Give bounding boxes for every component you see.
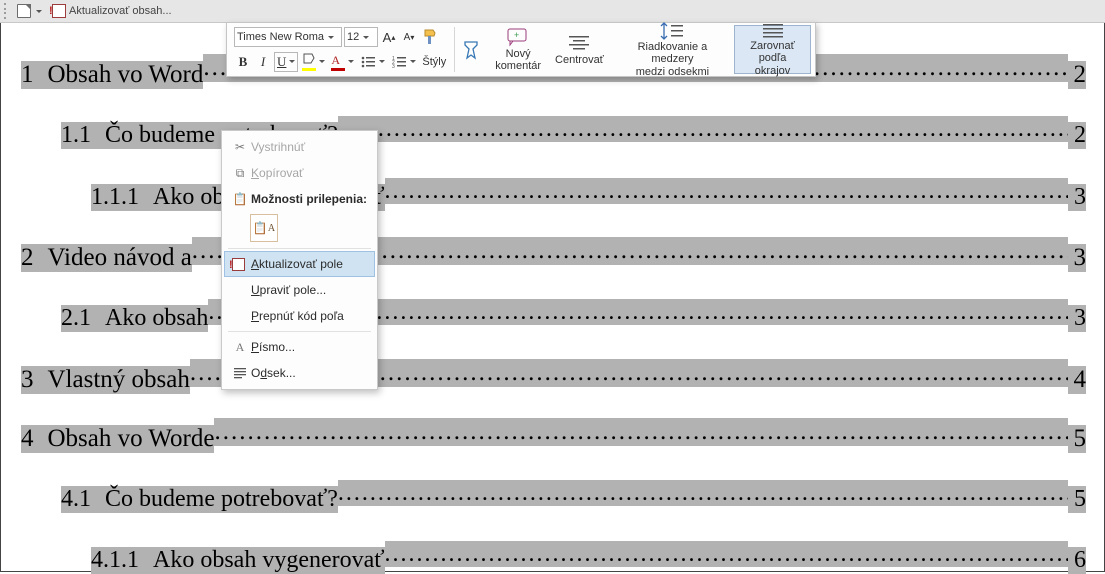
increase-font-button[interactable]: A▴ [380,27,398,47]
line-spacing-icon [659,21,685,41]
toc-num: 2.1 [61,305,105,332]
ctx-font[interactable]: A Písmo... [224,334,375,360]
center-label: Centrovať [555,54,604,66]
paragraph-icon [229,366,251,380]
refresh-doc-icon [229,258,251,271]
toolbar-update-toc-button[interactable]: Aktualizovať obsah... [47,1,177,21]
toc-num: 3 [21,366,48,394]
clipboard-icon: 📋 [229,192,251,206]
toc-text: Video návod a [48,244,192,272]
numbering-icon: 123 [391,55,407,69]
toc-text: Vlastný obsah [48,366,190,394]
toc-num: 2 [21,244,48,272]
toc-leader [338,116,1068,142]
refresh-doc-icon [52,4,66,18]
highlight-icon [302,53,316,65]
center-icon [567,34,591,52]
justify-button[interactable]: Zarovnať podľa okrajov [734,25,811,74]
highlight-button[interactable] [300,52,327,72]
svg-text:3: 3 [392,64,395,69]
toc-entry[interactable]: 4.1.1Ako obsah vygenerovať 6 [21,541,1086,574]
line-spacing-label: Riadkovanie a medzery medzi odsekmi [618,41,727,77]
toc-leader [385,541,1068,567]
new-comment-button[interactable]: + Nový komentár [488,25,548,74]
font-size-select[interactable]: 12 [344,27,378,47]
ctx-cut[interactable]: ✂ Vystrihnúť [224,134,375,160]
document-page[interactable]: 1Obsah vo Word21.1Čo budeme potrebovať?2… [0,23,1105,572]
ctx-toggle-field-code[interactable]: Prepnúť kód poľa [224,303,375,329]
paste-keep-text-button[interactable]: 📋A [250,214,278,242]
ctx-paragraph[interactable]: Odsek... [224,360,375,386]
numbering-button[interactable]: 123 [389,52,418,72]
center-button[interactable]: Centrovať [548,25,611,74]
toc-page: 3 [1068,184,1086,211]
underline-button[interactable]: U [274,52,298,72]
format-painter-button[interactable] [420,27,442,47]
justify-label: Zarovnať podľa okrajov [741,40,804,76]
line-spacing-button[interactable]: Riadkovanie a medzery medzi odsekmi [611,25,734,74]
toc-entry[interactable]: 1.1.1Ako obsah vygenerovať3 [21,178,1086,211]
mini-toolbar: Times New Roma 12 A▴ A▾ B I U A 123 [226,22,816,77]
toc-num: 1.1.1 [91,184,153,211]
styles-button[interactable]: Štýly [420,52,448,72]
paste-options: 📋A [224,212,375,246]
svg-text:+: + [514,30,519,40]
toc-num: 4.1.1 [91,547,153,574]
ctx-update-field[interactable]: Aktualizovať pole [224,251,375,277]
toc-entry[interactable]: 2.1Ako obsah 3 [21,299,1086,332]
toc-num: 1 [21,61,48,89]
toc-page: 6 [1068,547,1086,574]
toc-page: 5 [1068,486,1086,513]
font-icon: A [229,340,251,355]
toc-page: 3 [1068,305,1086,332]
ctx-paste-options-header: 📋 Možnosti prilepenia: [224,186,375,212]
toc-entry[interactable]: 3Vlastný obsah 4 [21,359,1086,394]
toolbar: Aktualizovať obsah... [0,0,1105,23]
toolbar-update-label: Aktualizovať obsah... [69,5,172,17]
toc-leader [338,480,1068,506]
new-comment-label: Nový komentár [495,48,541,72]
toc-text: Obsah vo Worde [48,425,215,453]
styles-pane-icon [461,39,485,61]
toc-page: 3 [1068,244,1087,272]
toc-entry[interactable]: 1.1Čo budeme potrebovať?2 [21,116,1086,149]
toc-page: 2 [1068,61,1087,89]
font-color-button[interactable]: A [329,52,356,72]
toc-text: Ako obsah [105,305,208,332]
ctx-edit-field[interactable]: Upraviť pole... [224,277,375,303]
toc-text: Ako obsah vygenerovať [153,547,385,574]
copy-icon: ⧉ [229,166,251,181]
toc-num: 1.1 [61,122,105,149]
format-painter-icon [422,28,440,46]
toc-page: 2 [1068,122,1086,149]
bullets-button[interactable] [358,52,387,72]
italic-button[interactable]: I [254,52,272,72]
toc-entry[interactable]: 2Video návod a 3 [21,237,1086,272]
toc-entry[interactable]: 4Obsah vo Worde 5 [21,418,1086,453]
toc-entry[interactable]: 4.1Čo budeme potrebovať? 5 [21,480,1086,513]
scissors-icon: ✂ [229,140,251,154]
bold-button[interactable]: B [234,52,252,72]
toc-leader [214,418,1067,446]
toc-leader [385,178,1068,204]
decrease-font-button[interactable]: A▾ [400,27,418,47]
bullets-icon [360,55,376,69]
ctx-copy[interactable]: ⧉ Kopírovať [224,160,375,186]
toc-page: 5 [1068,425,1087,453]
font-name-select[interactable]: Times New Roma [234,27,342,47]
toolbar-grip[interactable] [2,2,8,20]
toc-text: Čo budeme potrebovať? [105,486,338,513]
comment-icon: + [506,27,530,47]
toc-num: 4 [21,425,48,453]
toolbar-doc-button[interactable] [12,1,47,21]
toc-page: 4 [1068,366,1087,394]
toc-text: Obsah vo Word [48,61,204,89]
context-menu: ✂ Vystrihnúť ⧉ Kopírovať 📋 Možnosti pril… [221,130,378,390]
justify-icon [761,22,785,40]
toc-num: 4.1 [61,486,105,513]
